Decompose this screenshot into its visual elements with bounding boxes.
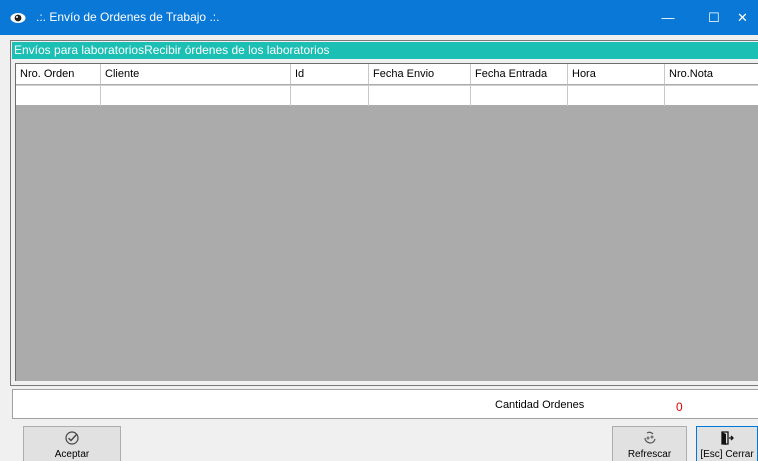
refrescar-button[interactable]: Refrescar — [612, 426, 687, 461]
table-cell[interactable] — [665, 86, 758, 106]
table-cell[interactable] — [101, 86, 291, 106]
table-cell[interactable] — [16, 86, 101, 106]
orders-grid[interactable]: Nro. Orden Cliente Id Fecha Envio Fecha … — [15, 63, 758, 381]
column-header-cliente[interactable]: Cliente — [101, 64, 291, 84]
table-cell[interactable] — [568, 86, 665, 106]
cerrar-button[interactable]: [Esc] Cerrar — [696, 426, 758, 461]
check-circle-icon — [24, 430, 120, 449]
aceptar-label: Aceptar — [54, 449, 90, 460]
column-header-hora[interactable]: Hora — [568, 64, 665, 84]
refresh-icon — [613, 430, 686, 449]
refrescar-label: Refrescar — [627, 449, 672, 460]
tab-list: Envíos para laboratoriosRecibir órdenes … — [14, 43, 330, 57]
maximize-button[interactable]: ☐ — [691, 0, 737, 35]
close-button[interactable]: ✕ — [737, 0, 758, 35]
exit-door-icon — [697, 430, 757, 449]
column-header-fecha-envio[interactable]: Fecha Envio — [369, 64, 471, 84]
main-window: .:. Envío de Ordenes de Trabajo .:. — ☐ … — [0, 0, 758, 461]
aceptar-button[interactable]: Aceptar — [23, 426, 121, 461]
table-row[interactable] — [16, 85, 758, 106]
eye-icon — [10, 10, 26, 26]
window-title: .:. Envío de Ordenes de Trabajo .:. — [36, 10, 220, 24]
summary-panel — [12, 389, 758, 419]
table-cell[interactable] — [471, 86, 568, 106]
count-label: Cantidad Ordenes — [495, 399, 585, 411]
title-bar[interactable]: .:. Envío de Ordenes de Trabajo .:. — ☐ … — [0, 0, 758, 35]
column-header-fecha-entrada[interactable]: Fecha Entrada — [471, 64, 568, 84]
tab-recibir-ordenes[interactable]: Recibir órdenes de los laboratorios — [144, 43, 329, 57]
column-header-nro-nota[interactable]: Nro.Nota — [665, 64, 758, 84]
minimize-button[interactable]: — — [645, 0, 691, 35]
table-cell[interactable] — [369, 86, 471, 106]
grid-header: Nro. Orden Cliente Id Fecha Envio Fecha … — [16, 64, 758, 84]
cerrar-label: [Esc] Cerrar — [700, 449, 754, 460]
column-header-nro-orden[interactable]: Nro. Orden — [16, 64, 101, 84]
tab-envios-laboratorios[interactable]: Envíos para laboratorios — [14, 43, 144, 57]
table-cell[interactable] — [291, 86, 369, 106]
column-header-id[interactable]: Id — [291, 64, 369, 84]
count-value: 0 — [676, 400, 683, 414]
